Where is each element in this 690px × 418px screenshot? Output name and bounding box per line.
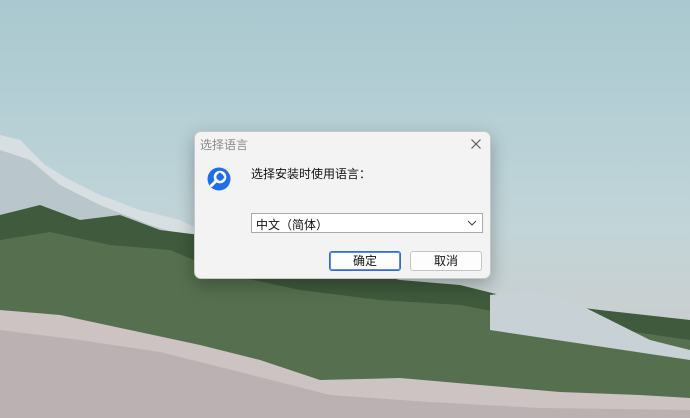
language-dialog: 选择语言 选择安装时使用语言： 中文（简体） 确定 取消 bbox=[194, 131, 491, 279]
cancel-button[interactable]: 取消 bbox=[410, 251, 482, 271]
language-select-value: 中文（简体） bbox=[256, 218, 329, 232]
app-logo-icon bbox=[207, 167, 231, 191]
language-select[interactable]: 中文（简体） bbox=[251, 213, 483, 233]
dialog-title: 选择语言 bbox=[200, 138, 249, 152]
close-button[interactable] bbox=[468, 136, 484, 152]
close-icon bbox=[471, 139, 481, 149]
chevron-down-icon bbox=[467, 220, 477, 226]
ok-button[interactable]: 确定 bbox=[329, 251, 401, 271]
dialog-titlebar[interactable]: 选择语言 bbox=[195, 132, 490, 156]
language-prompt: 选择安装时使用语言： bbox=[251, 167, 372, 181]
